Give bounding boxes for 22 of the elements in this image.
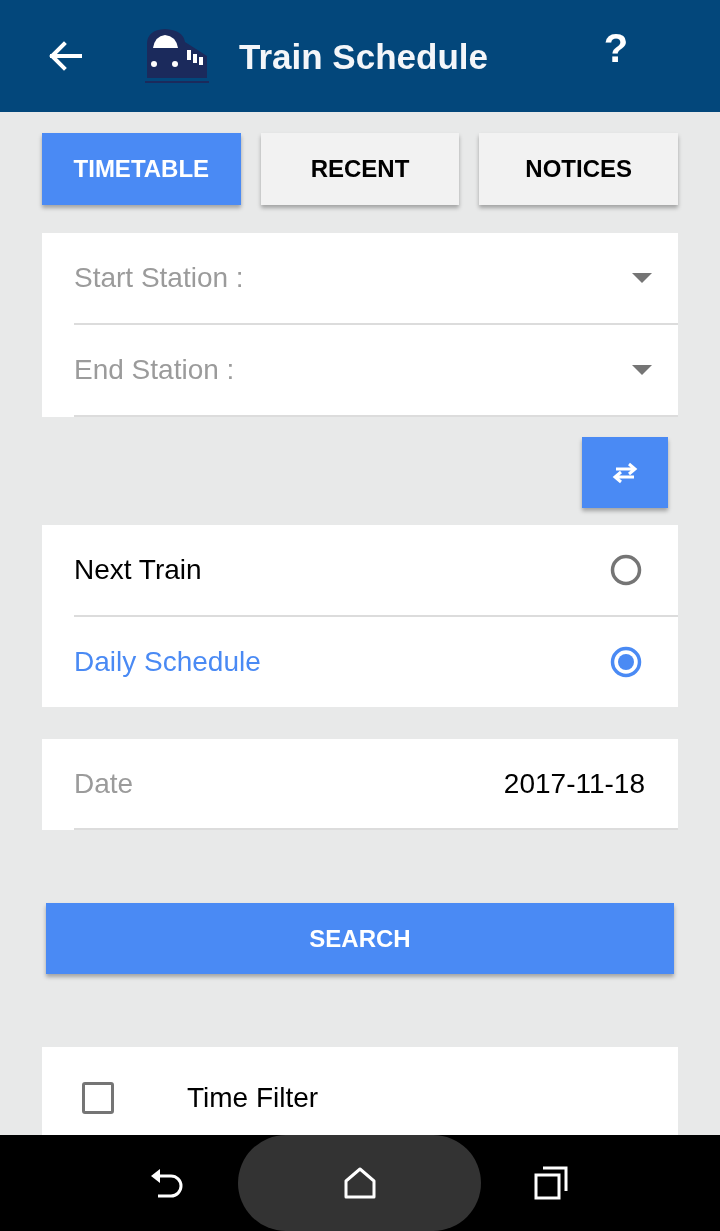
radio-button[interactable] — [610, 554, 642, 586]
checkbox[interactable] — [82, 1082, 114, 1114]
tab[interactable]: RECENT — [260, 133, 460, 205]
back-arrow-icon — [48, 41, 82, 71]
overview-squares-icon — [534, 1166, 568, 1200]
help-button[interactable]: ? — [598, 24, 634, 72]
date-label: Date — [74, 766, 134, 801]
date-field[interactable]: Date 2017-11-18 — [74, 739, 678, 830]
recents-nav-button[interactable] — [533, 1165, 569, 1201]
radio-button[interactable] — [610, 646, 642, 678]
dropdown-caret-icon — [632, 365, 652, 375]
date-value: 2017-11-18 — [503, 766, 645, 801]
home-icon — [343, 1167, 376, 1199]
swap-arrows-icon — [610, 461, 640, 484]
mode-option[interactable]: Next Train — [74, 525, 678, 615]
time-filter-option[interactable]: Time Filter — [82, 1077, 319, 1119]
dropdown-caret-icon — [632, 273, 652, 283]
swap-stations-button[interactable] — [582, 437, 668, 508]
undo-arrow-icon — [149, 1167, 185, 1199]
tab[interactable]: NOTICES — [479, 133, 678, 205]
app-title: Train Schedule — [239, 38, 488, 74]
train-icon — [143, 26, 209, 86]
